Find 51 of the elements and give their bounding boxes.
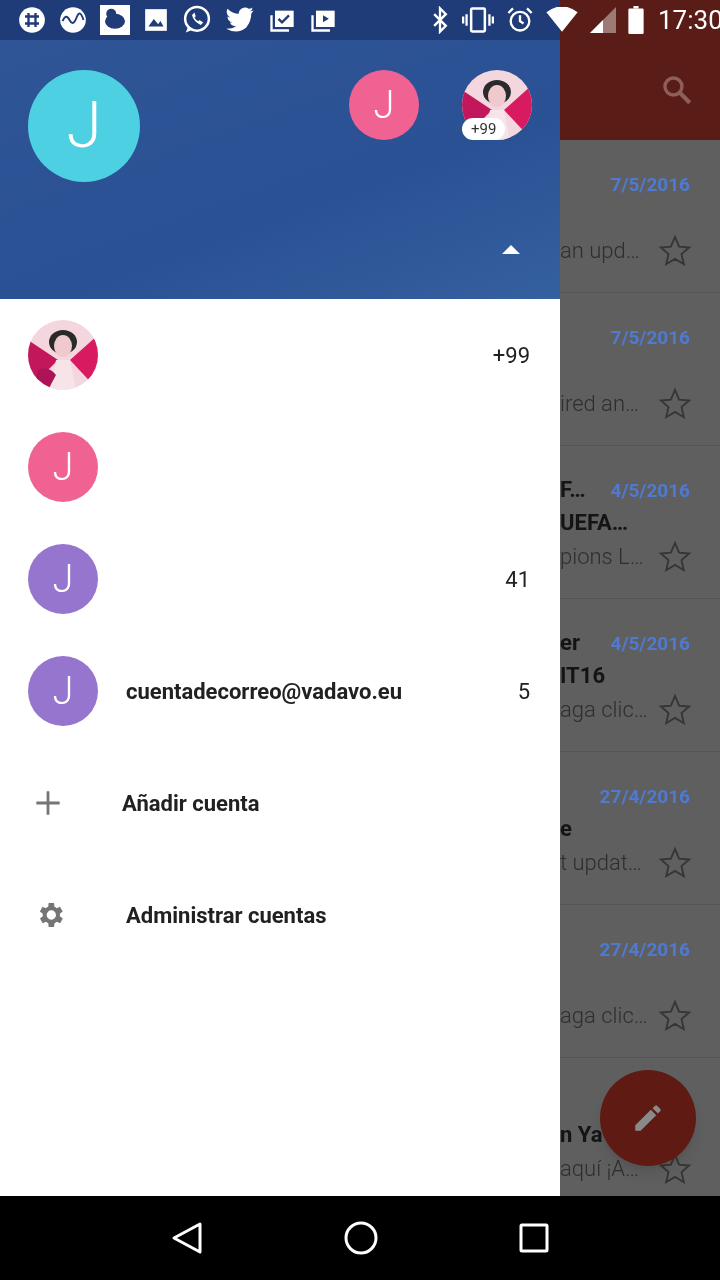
menu-item[interactable]: Administrar cuentas [0,859,560,971]
account-row[interactable]: +99 [0,299,560,411]
message-date: 7/5/2016 [610,174,690,194]
avatar: J [349,70,419,140]
message-date: 4/5/2016 [610,633,690,653]
home-icon[interactable] [344,1221,378,1255]
account-email: cuentadecorreo@vadavo.eu [126,678,403,704]
avatar: J [28,544,98,614]
alarm-icon [506,6,534,34]
message-date: 4/5/2016 [610,480,690,500]
hash-icon [18,6,46,34]
sender-name: F… [560,479,586,501]
signal-icon [590,7,616,33]
unread-count: +99 [492,341,530,370]
image-icon [143,7,169,33]
message-subject: IT16 [560,665,605,687]
unread-count: 41 [505,565,530,594]
wifi-icon [546,7,578,33]
star-icon[interactable] [658,540,692,574]
message-subject: UEFA… [560,512,629,534]
message-subject: e [560,818,572,840]
avatar: J [28,70,140,182]
avatar: J [28,432,98,502]
account-row[interactable]: J [0,411,560,523]
back-icon[interactable] [170,1221,203,1255]
battery-icon [628,6,644,34]
wave-icon [59,6,87,34]
message-subject: n Ya [560,1124,603,1146]
unread-count: 5 [517,677,530,706]
account-row[interactable]: J cuentadecorreo@vadavo.eu 5 [0,635,560,747]
star-icon[interactable] [658,387,692,421]
search-icon[interactable] [660,73,694,107]
count-badge: +99 [462,118,506,140]
bird-icon [225,7,255,33]
message-date: 27/4/2016 [599,939,690,959]
account-row[interactable]: J 41 [0,523,560,635]
star-icon[interactable] [658,234,692,268]
caret-up-icon[interactable] [502,244,520,254]
message-date: 7/5/2016 [610,327,690,347]
recents-icon[interactable] [519,1223,550,1253]
phone-bubble-icon [182,5,212,35]
plus-icon [34,789,62,817]
menu-item[interactable]: Añadir cuenta [0,747,560,859]
star-icon[interactable] [658,846,692,880]
app-icon [100,5,130,35]
star-icon[interactable] [658,999,692,1033]
message-date: 27/4/2016 [599,786,690,806]
avatar: J [28,656,98,726]
sender-name: er [560,632,580,654]
vibrate-icon [462,6,494,34]
star-icon[interactable] [658,693,692,727]
